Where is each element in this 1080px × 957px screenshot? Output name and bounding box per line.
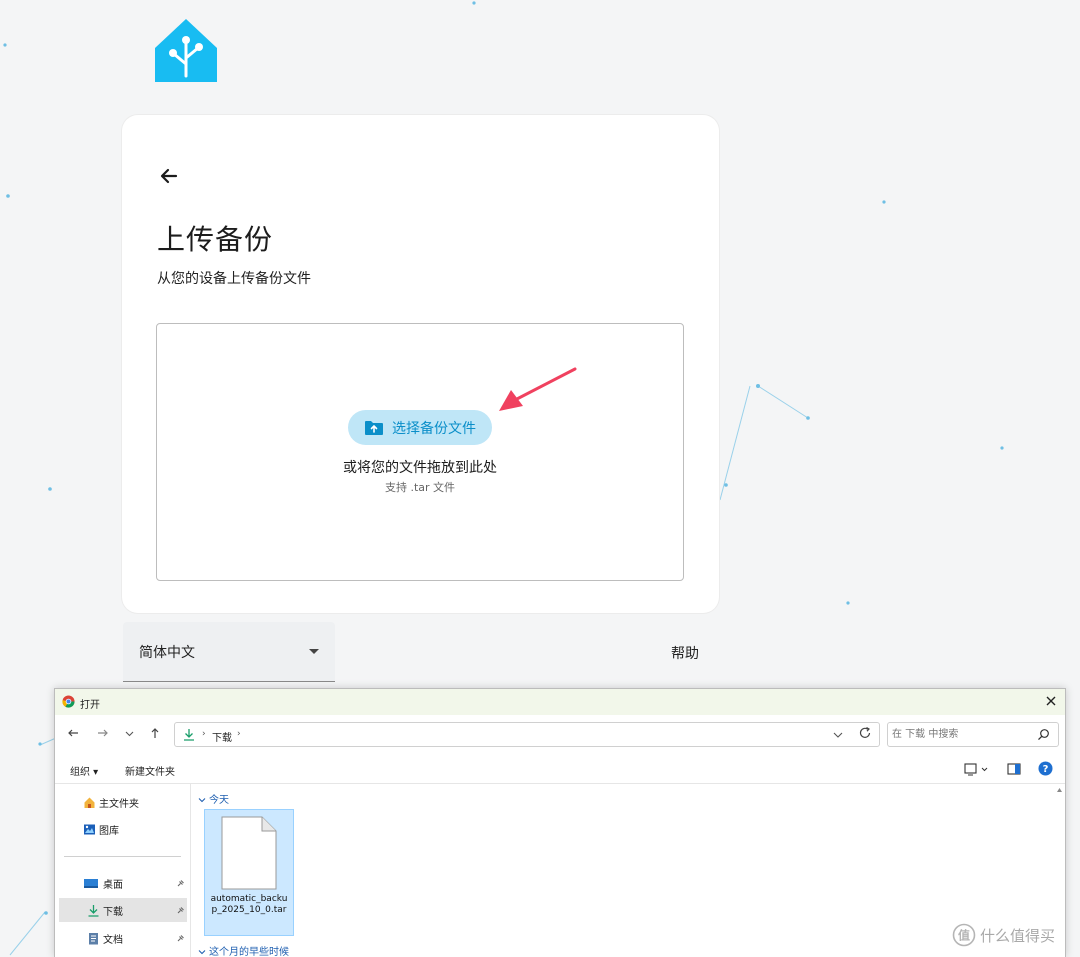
nav-forward-button[interactable] bbox=[95, 725, 111, 741]
group-header-today[interactable]: 今天 bbox=[198, 791, 229, 806]
breadcrumb-separator: › bbox=[237, 729, 241, 739]
arrow-right-icon bbox=[98, 729, 108, 737]
scrollbar[interactable] bbox=[1055, 785, 1064, 957]
desktop-icon bbox=[84, 878, 98, 888]
watermark-logo-icon: 值 bbox=[952, 923, 976, 947]
dropdown-triangle-icon bbox=[309, 648, 319, 654]
pin-icon bbox=[177, 906, 184, 913]
sidebar-item-gallery[interactable]: 图库 bbox=[59, 817, 187, 841]
file-icon bbox=[221, 816, 277, 890]
folder-upload-icon bbox=[365, 420, 383, 435]
choose-backup-file-label: 选择备份文件 bbox=[392, 420, 476, 437]
preview-pane-icon[interactable] bbox=[1007, 762, 1021, 776]
recent-locations-button[interactable] bbox=[121, 725, 137, 741]
chevron-down-icon[interactable] bbox=[832, 729, 844, 741]
back-button[interactable] bbox=[148, 158, 190, 194]
sidebar-item-label: 下载 bbox=[103, 906, 123, 918]
pane-divider bbox=[190, 784, 191, 957]
drop-hint-text: 或将您的文件拖放到此处 bbox=[343, 460, 497, 476]
organize-menu[interactable]: 组织 ▾ bbox=[70, 763, 98, 778]
chevron-down-icon bbox=[125, 731, 133, 736]
download-icon bbox=[184, 729, 194, 741]
new-folder-button[interactable]: 新建文件夹 bbox=[125, 763, 175, 778]
file-item[interactable]: automatic_backup_2025_10_0.tar bbox=[204, 809, 294, 936]
pin-icon bbox=[177, 879, 184, 886]
group-header-label: 这个月的早些时候 bbox=[209, 947, 289, 957]
arrow-left-icon bbox=[160, 168, 178, 184]
watermark-text: 什么值得买 bbox=[980, 926, 1056, 945]
close-icon[interactable] bbox=[1043, 693, 1059, 709]
help-link[interactable]: 帮助 bbox=[671, 643, 699, 663]
view-options-icon[interactable] bbox=[963, 762, 989, 776]
arrow-left-icon bbox=[68, 729, 78, 737]
nav-up-button[interactable] bbox=[147, 725, 163, 741]
refresh-icon[interactable] bbox=[857, 725, 873, 741]
sidebar-item-label: 文档 bbox=[103, 934, 123, 946]
chrome-icon bbox=[62, 695, 75, 708]
supported-format-text: 支持 .tar 文件 bbox=[384, 481, 456, 494]
gallery-icon bbox=[84, 824, 95, 834]
home-icon bbox=[84, 797, 95, 808]
choose-backup-file-button[interactable]: 选择备份文件 bbox=[348, 410, 492, 445]
annotation-arrow-icon bbox=[499, 367, 577, 411]
help-icon[interactable]: ? bbox=[1038, 761, 1053, 776]
sidebar-item-home[interactable]: 主文件夹 bbox=[59, 790, 187, 814]
dialog-title: 打开 bbox=[80, 700, 100, 711]
group-header-earlier-this-month[interactable]: 这个月的早些时候 bbox=[198, 943, 289, 957]
file-dropzone[interactable] bbox=[156, 323, 684, 581]
search-box[interactable] bbox=[887, 722, 1059, 747]
language-select[interactable]: 简体中文 bbox=[123, 622, 335, 682]
sidebar-item-documents[interactable]: 文档 bbox=[59, 926, 187, 950]
sidebar-item-label: 主文件夹 bbox=[99, 798, 139, 810]
download-icon bbox=[88, 904, 99, 917]
chevron-down-icon bbox=[198, 950, 206, 955]
nav-back-button[interactable] bbox=[65, 725, 81, 741]
search-input[interactable] bbox=[892, 726, 1032, 743]
chevron-down-icon bbox=[198, 798, 206, 803]
breadcrumb-downloads[interactable]: 下载 bbox=[212, 729, 232, 744]
document-icon bbox=[89, 932, 98, 944]
group-header-label: 今天 bbox=[209, 795, 229, 806]
file-open-dialog: 打开 › 下载 › 在 下载 中搜索 组织 ▾ 新建文件夹 ? 主文件夹 图库 … bbox=[54, 688, 1066, 957]
breadcrumb-separator: › bbox=[202, 729, 206, 739]
sidebar-item-downloads[interactable]: 下载 bbox=[59, 898, 187, 922]
page-subtitle: 从您的设备上传备份文件 bbox=[157, 271, 311, 287]
page-title: 上传备份 bbox=[157, 223, 274, 256]
language-select-value: 简体中文 bbox=[139, 644, 195, 661]
home-assistant-logo bbox=[155, 19, 217, 82]
pin-icon bbox=[177, 934, 184, 941]
sidebar-item-label: 图库 bbox=[99, 825, 119, 837]
sidebar-separator bbox=[64, 856, 181, 857]
search-icon[interactable] bbox=[1037, 728, 1050, 741]
file-name: automatic_backup_2025_10_0.tar bbox=[210, 894, 288, 915]
sidebar-item-desktop[interactable]: 桌面 bbox=[59, 871, 187, 895]
toolbar-divider bbox=[55, 783, 1065, 784]
watermark: 值 什么值得买 bbox=[952, 922, 1055, 948]
svg-text:?: ? bbox=[1043, 764, 1049, 775]
sidebar-item-label: 桌面 bbox=[103, 879, 123, 891]
address-bar[interactable]: › 下载 › bbox=[174, 722, 880, 747]
dialog-titlebar: 打开 bbox=[55, 689, 1065, 715]
arrow-up-icon bbox=[151, 728, 159, 738]
svg-text:值: 值 bbox=[958, 928, 970, 943]
